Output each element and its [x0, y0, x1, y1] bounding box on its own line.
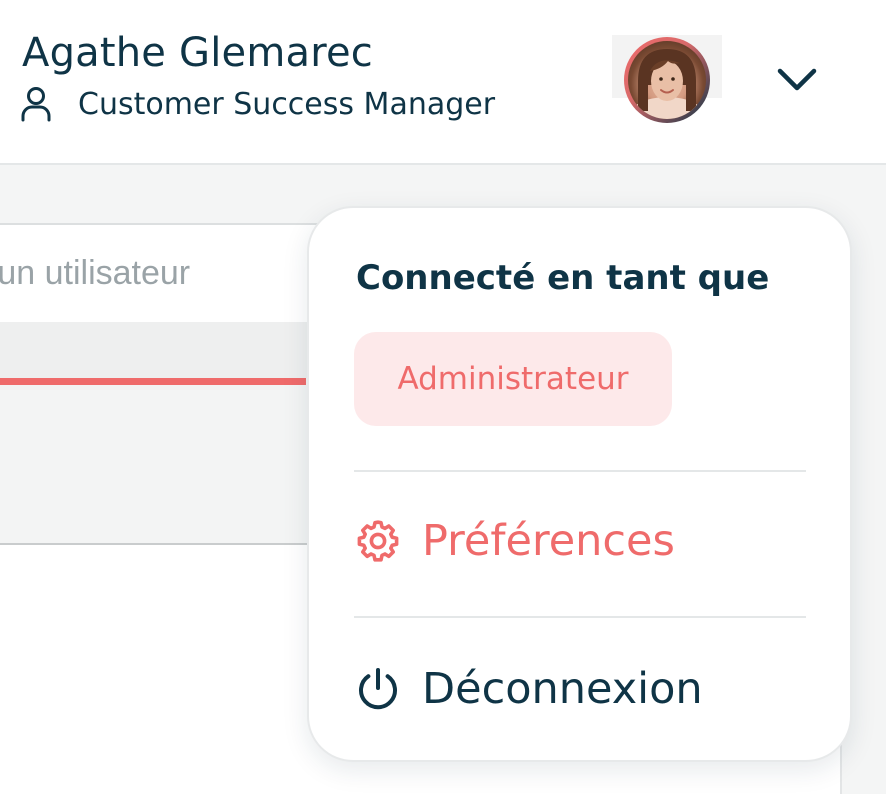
user-search-input[interactable]	[0, 225, 300, 321]
tab-strip	[0, 322, 320, 378]
logout-label: Déconnexion	[422, 664, 703, 714]
user-name: Agathe Glemarec	[22, 30, 373, 76]
menu-divider	[354, 470, 806, 472]
user-role-row: Customer Success Manager	[20, 86, 495, 122]
avatar-portrait-icon	[628, 49, 706, 119]
menu-heading: Connecté en tant que	[356, 258, 770, 298]
user-search-box	[0, 223, 320, 325]
active-tab-indicator	[0, 378, 306, 385]
user-menu-dropdown: Connecté en tant que Administrateur Préf…	[307, 206, 852, 762]
menu-divider	[354, 616, 806, 618]
user-role: Customer Success Manager	[78, 86, 496, 122]
chevron-down-icon[interactable]	[776, 66, 818, 94]
logout-menu-item[interactable]: Déconnexion	[354, 664, 703, 714]
power-icon	[359, 668, 397, 710]
avatar-photo	[628, 41, 706, 119]
top-header: Agathe Glemarec Customer Success Manager	[0, 0, 886, 165]
preferences-label: Préférences	[422, 516, 675, 566]
user-icon	[21, 87, 51, 122]
content-panel	[0, 385, 320, 545]
avatar[interactable]	[624, 37, 710, 123]
gear-icon	[357, 520, 399, 562]
role-badge: Administrateur	[354, 332, 672, 426]
preferences-menu-item[interactable]: Préférences	[354, 516, 675, 566]
